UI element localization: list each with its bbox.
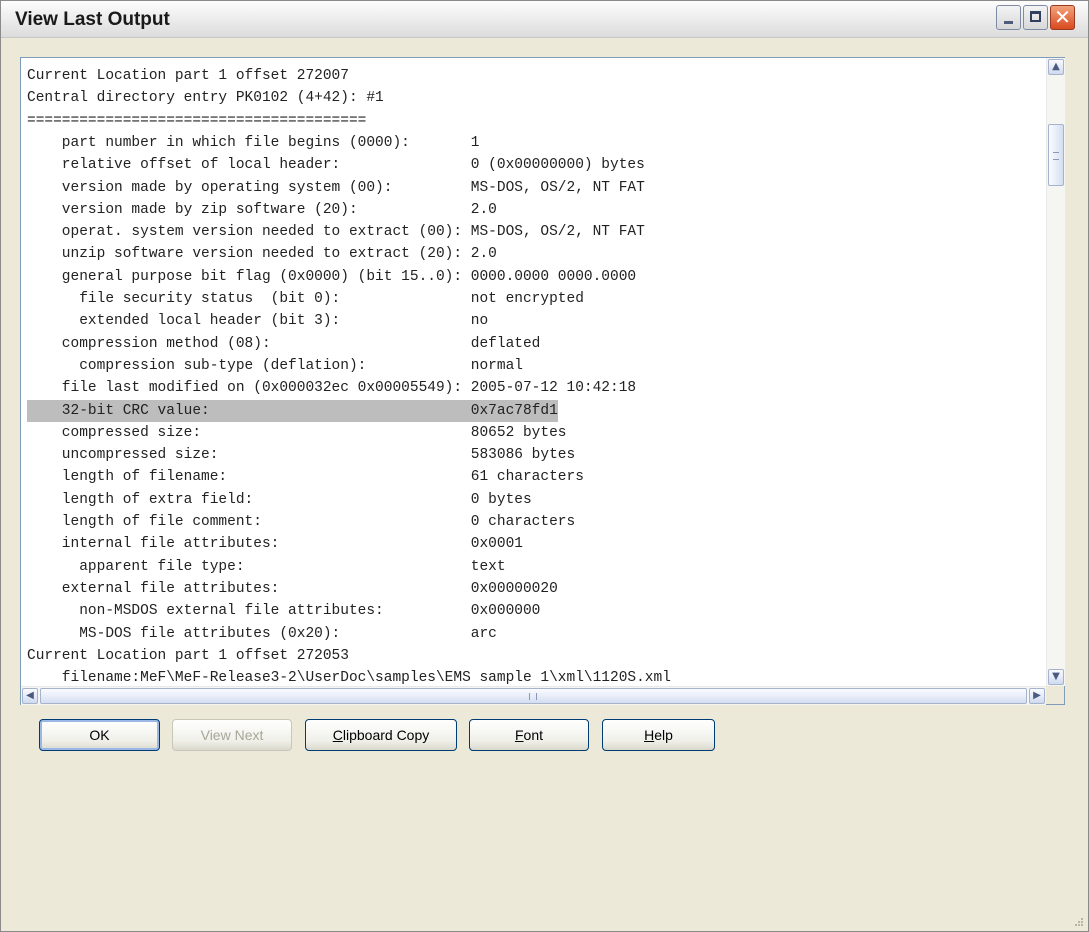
- clipboard-copy-button[interactable]: Clipboard Copy: [305, 719, 457, 751]
- output-line: non-MSDOS external file attributes: 0x00…: [27, 603, 541, 619]
- output-line-selected: 32-bit CRC value: 0x7ac78fd1: [27, 400, 558, 422]
- output-line: length of filename: 61 characters: [27, 469, 584, 485]
- output-line: apparent file type: text: [27, 559, 506, 575]
- minimize-icon: [1004, 21, 1013, 24]
- window-title: View Last Output: [15, 9, 170, 30]
- font-button[interactable]: Font: [469, 719, 589, 751]
- output-line: Current Location part 1 offset 272053: [27, 648, 349, 664]
- output-line: extended local header (bit 3): no: [27, 313, 489, 329]
- help-button[interactable]: Help: [602, 719, 715, 751]
- output-line: operat. system version needed to extract…: [27, 224, 645, 240]
- vertical-scrollbar[interactable]: ▲ ▼: [1046, 58, 1065, 686]
- horizontal-scroll-thumb[interactable]: [40, 688, 1027, 704]
- output-line: uncompressed size: 583086 bytes: [27, 447, 576, 463]
- view-next-button[interactable]: View Next: [172, 719, 292, 751]
- maximize-icon: [1030, 11, 1041, 22]
- minimize-button[interactable]: [996, 5, 1021, 30]
- chevron-left-icon: ◀: [26, 690, 34, 701]
- font-button-label: Font: [514, 727, 544, 743]
- output-line: length of file comment: 0 characters: [27, 514, 576, 530]
- output-line: file security status (bit 0): not encryp…: [27, 291, 584, 307]
- maximize-button[interactable]: [1023, 5, 1048, 30]
- scroll-down-button[interactable]: ▼: [1048, 669, 1064, 685]
- output-line: internal file attributes: 0x0001: [27, 536, 523, 552]
- ok-button-label: OK: [89, 727, 110, 743]
- scroll-left-button[interactable]: ◀: [22, 688, 38, 704]
- view-next-button-label: View Next: [200, 727, 264, 743]
- output-line: external file attributes: 0x00000020: [27, 581, 558, 597]
- grip-icon: [529, 693, 537, 700]
- output-line: compression method (08): deflated: [27, 336, 541, 352]
- resize-grip-icon[interactable]: [1072, 915, 1084, 927]
- output-line: version made by operating system (00): M…: [27, 180, 645, 196]
- close-icon: ✕: [1054, 5, 1071, 29]
- view-last-output-window: View Last Output ✕ Current Location part…: [0, 0, 1089, 932]
- grip-icon: [1053, 152, 1059, 160]
- vertical-scroll-thumb[interactable]: [1048, 124, 1064, 186]
- output-line: compression sub-type (deflation): normal: [27, 358, 523, 374]
- chevron-up-icon: ▲: [1052, 61, 1060, 72]
- chevron-down-icon: ▼: [1052, 671, 1060, 682]
- output-line: file last modified on (0x000032ec 0x0000…: [27, 380, 637, 396]
- scrollbar-corner: [1046, 686, 1064, 704]
- clipboard-copy-button-label: Clipboard Copy: [332, 727, 430, 743]
- output-line: filename:MeF\MeF-Release3-2\UserDoc\samp…: [27, 670, 671, 686]
- help-button-label: Help: [644, 727, 673, 743]
- output-line: MS-DOS file attributes (0x20): arc: [27, 626, 497, 642]
- output-line: compressed size: 80652 bytes: [27, 425, 567, 441]
- output-line: version made by zip software (20): 2.0: [27, 202, 497, 218]
- ok-button[interactable]: OK: [39, 719, 160, 751]
- close-button[interactable]: ✕: [1050, 5, 1075, 30]
- scroll-right-button[interactable]: ▶: [1029, 688, 1045, 704]
- output-text-area[interactable]: Current Location part 1 offset 272007 Cen…: [21, 58, 1046, 686]
- output-line: Central directory entry PK0102 (4+42): #…: [27, 90, 384, 106]
- output-line: length of extra field: 0 bytes: [27, 492, 532, 508]
- output-panel[interactable]: Current Location part 1 offset 272007 Cen…: [20, 57, 1065, 705]
- chevron-right-icon: ▶: [1033, 690, 1041, 701]
- scroll-up-button[interactable]: ▲: [1048, 59, 1064, 75]
- output-line: relative offset of local header: 0 (0x00…: [27, 157, 645, 173]
- output-line: general purpose bit flag (0x0000) (bit 1…: [27, 269, 637, 285]
- output-line: Current Location part 1 offset 272007: [27, 68, 349, 84]
- title-bar[interactable]: View Last Output ✕: [1, 1, 1088, 38]
- output-line: part number in which file begins (0000):…: [27, 135, 480, 151]
- output-line: unzip software version needed to extract…: [27, 246, 497, 262]
- horizontal-scrollbar[interactable]: ◀ ▶: [21, 686, 1046, 705]
- output-line: =======================================: [27, 113, 367, 129]
